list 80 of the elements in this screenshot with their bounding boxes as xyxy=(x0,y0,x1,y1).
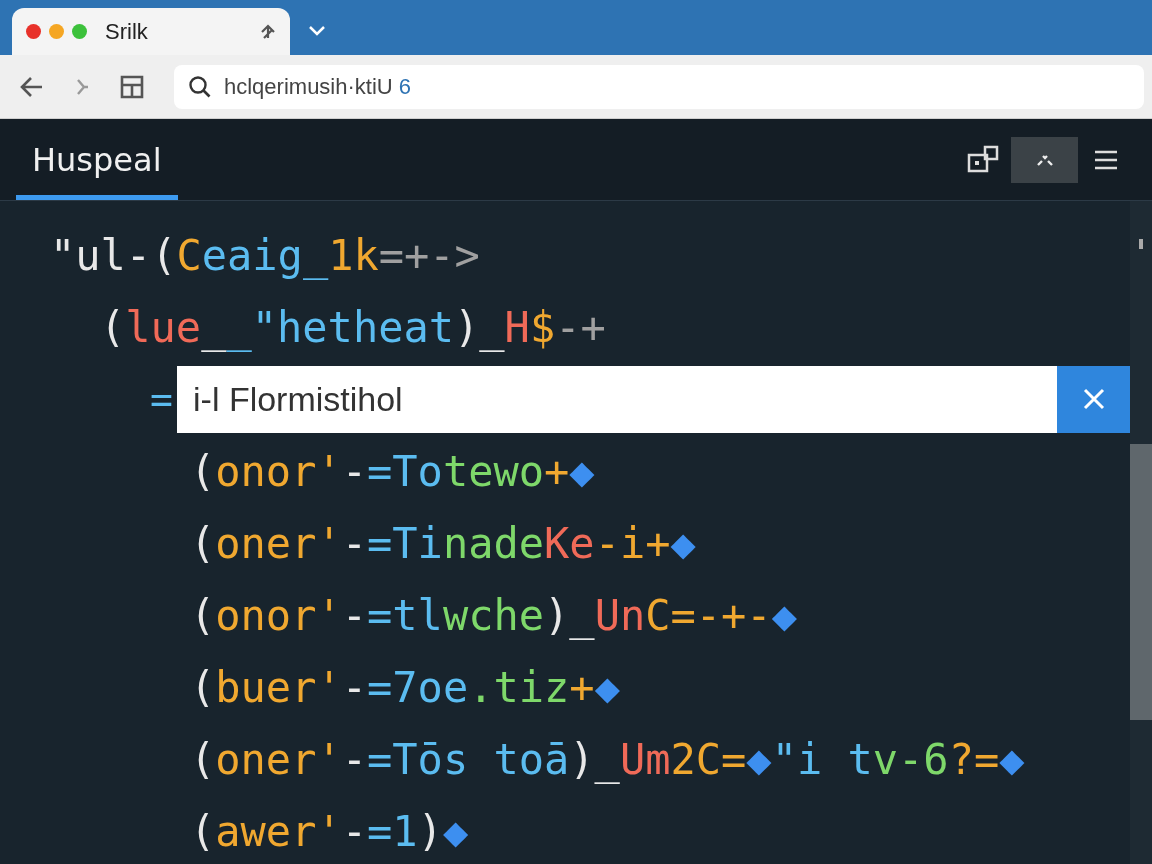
code-token: )_ xyxy=(569,734,620,784)
code-token: ( xyxy=(190,446,216,496)
code-token: ◆ xyxy=(670,518,696,568)
code-token: ◆ xyxy=(771,590,797,640)
code-token: ) xyxy=(417,806,443,856)
code-token: =To xyxy=(367,446,443,496)
code-token: onor' xyxy=(215,446,342,496)
code-token: + xyxy=(569,662,595,712)
code-token: "ul-( xyxy=(50,230,177,280)
code-token: ◆ xyxy=(569,446,595,496)
code-token: ◆ xyxy=(594,662,620,712)
code-token: lue xyxy=(125,302,202,352)
code-token: awer' xyxy=(215,806,342,856)
code-token: wche xyxy=(442,590,545,640)
code-token: - xyxy=(341,446,368,496)
close-button[interactable] xyxy=(1057,365,1130,433)
code-token: $ xyxy=(529,302,556,352)
menu-icon xyxy=(1094,149,1118,170)
code-token: - xyxy=(341,734,368,784)
code-token: 1k xyxy=(328,230,379,280)
code-token: =+-> xyxy=(378,230,480,280)
code-token: .tiz xyxy=(468,662,570,712)
code-token: eaig_ xyxy=(201,230,329,280)
code-token: _ xyxy=(201,302,227,352)
code-token: =Ti xyxy=(367,518,443,568)
code-token: oner' xyxy=(215,518,342,568)
code-token: ( xyxy=(190,662,216,712)
code-token: 2C= xyxy=(670,734,747,784)
code-token: = xyxy=(150,377,174,421)
tab-title: Srilk xyxy=(105,18,149,45)
code-token: "i t xyxy=(771,734,873,784)
code-token: )_ xyxy=(544,590,595,640)
url-count: 6 xyxy=(398,73,411,100)
code-token: Um xyxy=(619,734,671,784)
code-token: + xyxy=(544,446,570,496)
code-token: buer' xyxy=(215,662,342,712)
code-token: - xyxy=(341,806,368,856)
code-token: ( xyxy=(190,734,216,784)
code-token: ◆ xyxy=(746,734,772,784)
code-token: C=-+- xyxy=(645,590,772,640)
maximize-window-icon[interactable] xyxy=(72,24,87,39)
code-token: )_ xyxy=(454,302,505,352)
code-token: ?= xyxy=(948,734,1000,784)
address-field[interactable]: hclqerimusih·ktiU 6 xyxy=(174,64,1144,109)
code-token: H xyxy=(504,302,530,352)
chevron-down-icon[interactable] xyxy=(308,25,326,37)
code-token: =1 xyxy=(367,806,418,856)
code-token: ( xyxy=(190,590,216,640)
code-token: v-6 xyxy=(872,734,949,784)
code-token: ◆ xyxy=(999,734,1025,784)
code-token: _"hetheat xyxy=(226,302,455,352)
close-window-icon[interactable] xyxy=(26,24,41,39)
code-token: -+ xyxy=(555,302,606,352)
sparkle-icon xyxy=(1035,152,1054,167)
pin-icon[interactable] xyxy=(260,23,276,40)
code-token: ( xyxy=(190,806,216,856)
code-token: tewo xyxy=(442,446,545,496)
code-token: - xyxy=(341,662,368,712)
code-token: Un xyxy=(594,590,646,640)
code-token: =7oe xyxy=(367,662,469,712)
code-token: - xyxy=(341,518,368,568)
close-icon xyxy=(1082,388,1105,410)
code-token: nade xyxy=(442,518,545,568)
code-token: - xyxy=(341,590,368,640)
code-token: ◆ xyxy=(442,806,469,856)
browser-tab[interactable]: Srilk xyxy=(12,8,290,55)
code-token: ( xyxy=(100,302,126,352)
code-token: oner' xyxy=(215,734,342,784)
url-text: hclqerimusih·ktiU xyxy=(224,73,393,100)
code-token: Ke xyxy=(544,518,595,568)
code-token: -i+ xyxy=(594,518,671,568)
search-icon xyxy=(188,74,212,99)
code-token: onor' xyxy=(215,590,342,640)
code-token: C xyxy=(176,230,202,280)
scrollbar[interactable] xyxy=(1130,201,1152,864)
code-token: =tl xyxy=(367,590,443,640)
code-token: ( xyxy=(190,518,216,568)
find-field[interactable]: i-l Flormistihol xyxy=(177,365,1057,433)
scrollbar-thumb[interactable] xyxy=(1130,444,1152,720)
code-token: =Tōs toā xyxy=(367,734,570,784)
